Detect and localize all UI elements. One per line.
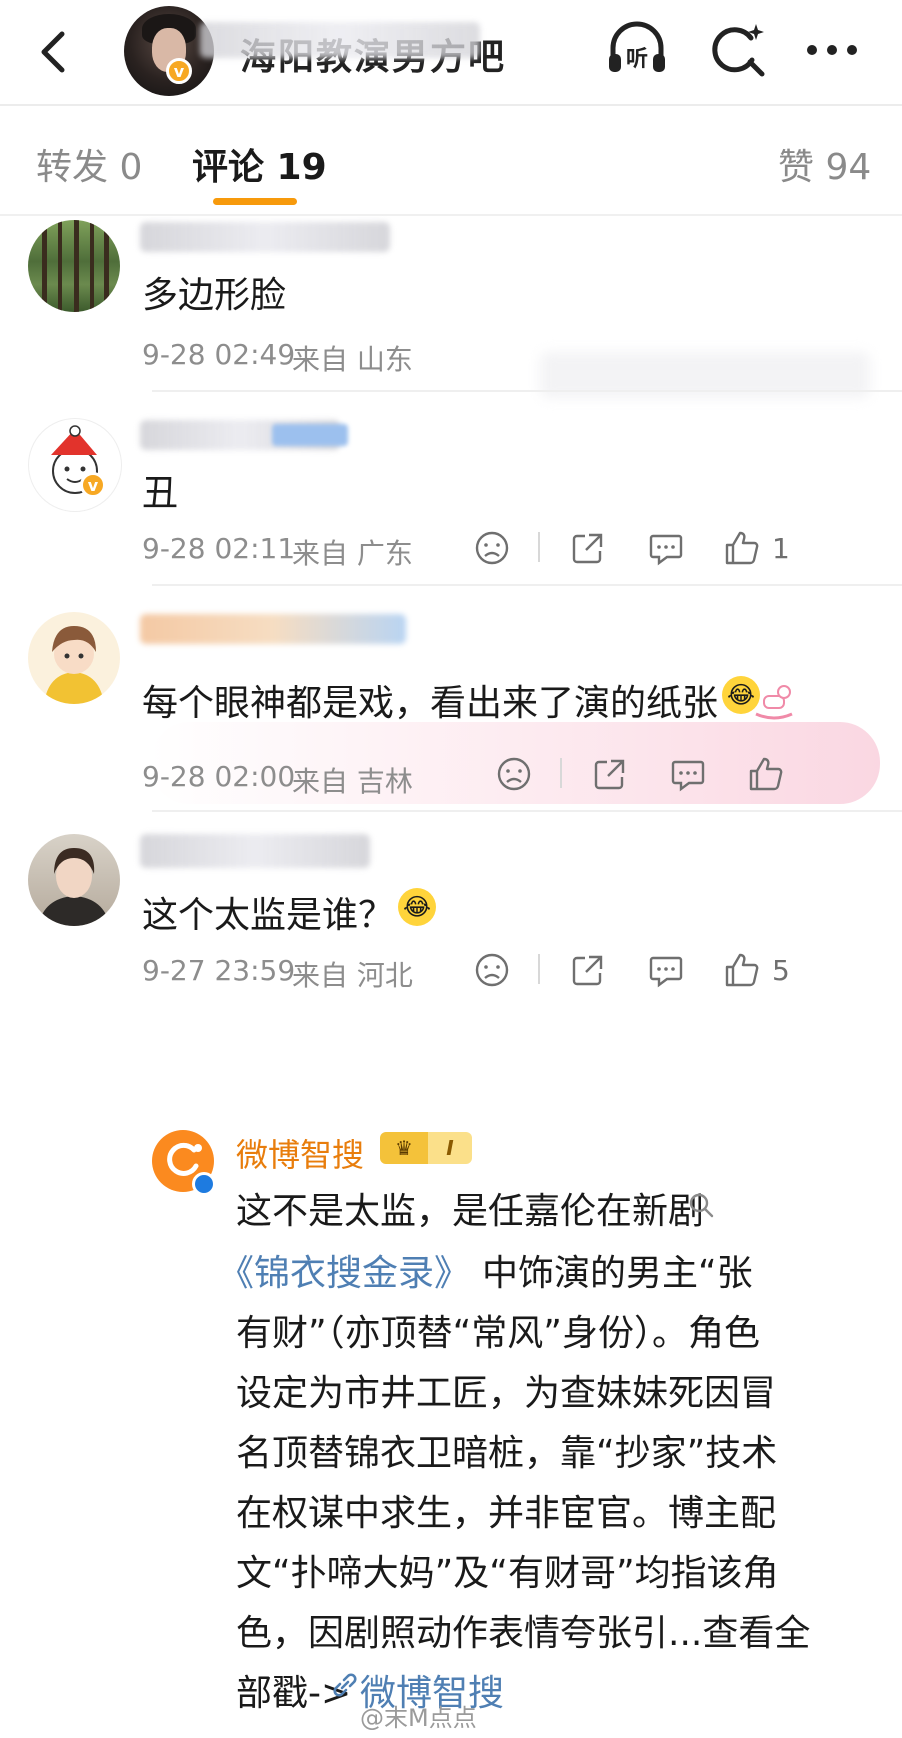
laugh-cry-emoji-icon: 😂 bbox=[398, 888, 436, 926]
reply-button[interactable] bbox=[668, 754, 708, 794]
reply-text-line: 文“扑啼大妈”及“有财哥”均指该角 bbox=[236, 1553, 779, 1594]
comment-location: 来自 河北 bbox=[292, 959, 413, 992]
user-badge bbox=[272, 424, 348, 446]
comment-date: 9-28 02:49 bbox=[142, 338, 296, 371]
privacy-blur bbox=[200, 22, 480, 58]
search-link-icon[interactable] bbox=[686, 1190, 716, 1220]
more-icon bbox=[807, 45, 857, 55]
link-icon bbox=[330, 1670, 360, 1700]
comment-text: 这个太监是谁？ bbox=[142, 895, 395, 936]
reply-text-line: 中饰演的男主“张 bbox=[482, 1253, 753, 1294]
reply-button[interactable] bbox=[646, 528, 686, 568]
reply-text-line: 设定为市井工匠，为查妹妹死因冒 bbox=[236, 1373, 777, 1414]
comment-date: 9-28 02:00 bbox=[142, 760, 296, 793]
reply-text-line: 在权谋中求生，并非宦官。博主配 bbox=[236, 1493, 777, 1534]
dislike-button[interactable] bbox=[472, 950, 512, 990]
like-icon bbox=[749, 757, 783, 791]
member-badge: ♛ I bbox=[380, 1130, 472, 1166]
like-count: 5 bbox=[772, 954, 790, 987]
share-button[interactable] bbox=[590, 754, 630, 794]
action-separator bbox=[538, 532, 540, 562]
reply-text-line: 这不是太监，是任嘉伦在新剧 bbox=[236, 1191, 705, 1232]
comment-location: 来自 山东 bbox=[292, 343, 413, 376]
listen-icon: 听 bbox=[609, 21, 665, 72]
tab-likes[interactable]: 赞 94 bbox=[778, 138, 871, 190]
share-button[interactable] bbox=[568, 528, 608, 568]
action-separator bbox=[538, 954, 540, 984]
rocking-horse-icon bbox=[752, 676, 796, 720]
comment-icon bbox=[649, 956, 683, 988]
comment-divider bbox=[152, 584, 902, 586]
tabs-divider bbox=[0, 214, 902, 216]
share-icon bbox=[572, 955, 603, 986]
listen-button[interactable]: 听 bbox=[605, 18, 669, 82]
username-blur bbox=[140, 614, 406, 644]
search-button[interactable] bbox=[706, 18, 770, 82]
comment-icon bbox=[671, 760, 705, 792]
comment-text: 每个眼神都是戏，看出来了演的纸张 bbox=[142, 683, 719, 724]
comment-date: 9-28 02:11 bbox=[142, 532, 296, 565]
reply-author[interactable]: 微博智搜 bbox=[236, 1130, 364, 1176]
like-count: 1 bbox=[772, 532, 790, 565]
comment-text: 多边形脸 bbox=[142, 275, 287, 316]
watermark: @末M点点 bbox=[360, 1704, 477, 1732]
back-button[interactable] bbox=[26, 22, 86, 82]
comment-location: 来自 广东 bbox=[292, 537, 413, 570]
search-icon bbox=[712, 24, 765, 77]
dislike-icon bbox=[497, 757, 531, 791]
like-icon bbox=[725, 953, 759, 987]
verified-badge: v bbox=[166, 58, 192, 84]
share-icon bbox=[572, 533, 603, 564]
like-button[interactable] bbox=[722, 528, 762, 568]
dislike-icon bbox=[475, 531, 509, 565]
like-button[interactable] bbox=[746, 754, 786, 794]
comment-date: 9-27 23:59 bbox=[142, 954, 296, 987]
dislike-icon bbox=[475, 953, 509, 987]
comment-icon bbox=[649, 534, 683, 566]
username-blur bbox=[140, 222, 390, 252]
reply-text-line: 色，因剧照动作表情夸张引...查看全 bbox=[236, 1613, 811, 1654]
username-blur bbox=[140, 834, 370, 868]
reply-text-line: 名顶替锦衣卫暗桩，靠“抄家”技术 bbox=[236, 1433, 778, 1474]
reply-button[interactable] bbox=[646, 950, 686, 990]
blue-verified-badge bbox=[192, 1172, 216, 1196]
action-separator bbox=[560, 758, 562, 788]
tab-reposts[interactable]: 转发 0 bbox=[36, 138, 142, 190]
header-divider bbox=[0, 104, 902, 106]
like-icon bbox=[725, 531, 759, 565]
more-options-button[interactable] bbox=[800, 18, 864, 82]
dislike-button[interactable] bbox=[494, 754, 534, 794]
tab-comments[interactable]: 评论 19 bbox=[192, 138, 327, 190]
comment-location: 来自 吉林 bbox=[292, 765, 413, 798]
svg-text:听: 听 bbox=[626, 47, 648, 72]
commenter-avatar[interactable] bbox=[28, 220, 120, 312]
verified-badge: v bbox=[80, 472, 106, 498]
comment-text: 丑 bbox=[142, 473, 179, 514]
commenter-avatar[interactable] bbox=[28, 834, 120, 926]
commenter-avatar[interactable] bbox=[28, 612, 120, 704]
share-button[interactable] bbox=[568, 950, 608, 990]
drama-title-link[interactable]: 《锦衣搜金录》 bbox=[218, 1244, 470, 1296]
back-icon bbox=[41, 31, 65, 73]
comment-divider bbox=[152, 810, 902, 812]
comment-divider bbox=[152, 390, 902, 392]
like-button[interactable] bbox=[722, 950, 762, 990]
reply-text-line: 有财”（亦顶替“常风”身份）。角色 bbox=[236, 1313, 760, 1354]
crown-icon: ♛ bbox=[380, 1132, 428, 1164]
level-badge: I bbox=[428, 1132, 472, 1164]
commenter-avatar[interactable] bbox=[28, 418, 122, 512]
active-tab-indicator bbox=[213, 198, 297, 205]
share-icon bbox=[594, 759, 625, 790]
dislike-button[interactable] bbox=[472, 528, 512, 568]
